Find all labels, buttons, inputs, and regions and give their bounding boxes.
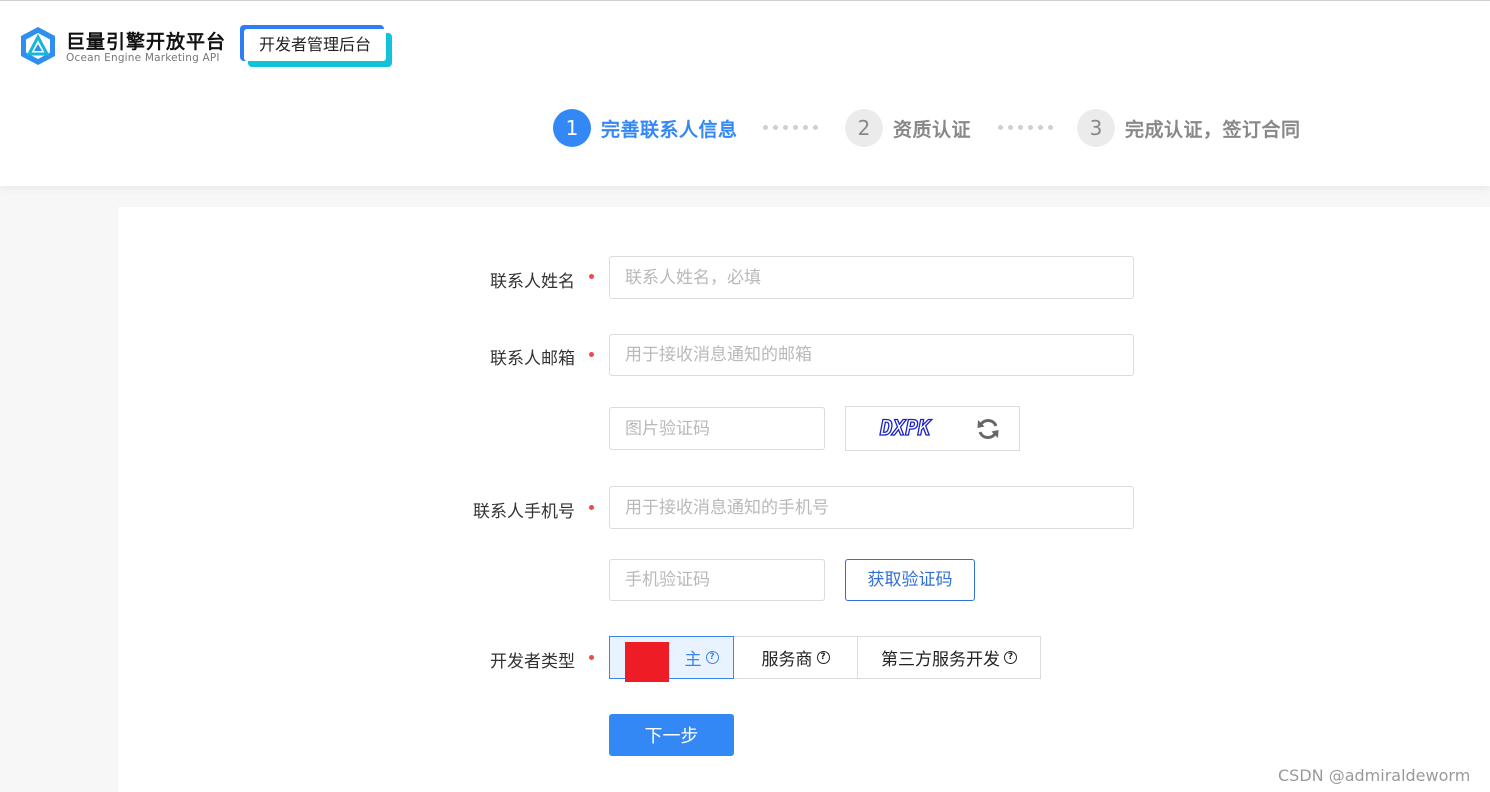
redaction-block bbox=[625, 642, 669, 682]
contact-name-label: 联系人姓名 bbox=[490, 272, 575, 292]
contact-email-label: 联系人邮箱 bbox=[490, 349, 575, 369]
step-3-label: 完成认证，签订合同 bbox=[1125, 118, 1301, 141]
step-3: 3 完成认证，签订合同 bbox=[1077, 108, 1301, 148]
ocean-engine-logo-icon bbox=[21, 27, 55, 65]
page-header: 巨量引擎开放平台 Ocean Engine Marketing API 开发者管… bbox=[0, 6, 1490, 186]
next-step-button[interactable]: 下一步 bbox=[609, 714, 734, 756]
step-3-number: 3 bbox=[1077, 109, 1115, 147]
captcha-image[interactable]: DXPK bbox=[845, 406, 1020, 451]
step-2: 2 资质认证 bbox=[845, 108, 971, 148]
required-marker bbox=[589, 505, 594, 510]
contact-phone-input[interactable] bbox=[609, 486, 1134, 529]
get-verification-code-button[interactable]: 获取验证码 bbox=[845, 559, 975, 601]
step-1: 1 完善联系人信息 bbox=[553, 108, 738, 148]
sms-code-input[interactable] bbox=[609, 559, 825, 601]
required-marker bbox=[589, 655, 594, 660]
step-separator-1 bbox=[763, 125, 818, 131]
developer-type-option-label: 服务商 bbox=[761, 650, 813, 670]
refresh-icon[interactable] bbox=[976, 417, 1000, 441]
help-icon[interactable]: ? bbox=[705, 651, 719, 664]
developer-type-option-third-party[interactable]: 第三方服务开发 ? bbox=[857, 636, 1041, 679]
step-2-label: 资质认证 bbox=[893, 118, 972, 141]
step-1-label: 完善联系人信息 bbox=[601, 118, 738, 141]
platform-title: 巨量引擎开放平台 bbox=[66, 31, 227, 53]
step-separator-2 bbox=[998, 125, 1053, 131]
developer-type-option-label: 第三方服务开发 bbox=[881, 650, 1000, 670]
help-icon[interactable]: ? bbox=[816, 651, 830, 664]
developer-type-option-label: 主 bbox=[684, 650, 702, 670]
platform-subtitle: Ocean Engine Marketing API bbox=[66, 52, 220, 64]
watermark: CSDN @admiraldeworm bbox=[1278, 766, 1471, 785]
contact-phone-label: 联系人手机号 bbox=[473, 502, 575, 522]
image-captcha-input[interactable] bbox=[609, 407, 825, 450]
step-1-number: 1 bbox=[553, 109, 591, 147]
step-2-number: 2 bbox=[845, 109, 883, 147]
developer-console-badge: 开发者管理后台 bbox=[240, 25, 392, 67]
help-icon[interactable]: ? bbox=[1004, 651, 1017, 664]
captcha-text: DXPK bbox=[879, 415, 931, 440]
developer-type-option-service-provider[interactable]: 服务商 ? bbox=[733, 636, 858, 679]
contact-name-input[interactable] bbox=[609, 256, 1134, 299]
required-marker bbox=[589, 274, 594, 279]
developer-type-label: 开发者类型 bbox=[490, 652, 575, 672]
required-marker bbox=[589, 352, 594, 357]
developer-console-label: 开发者管理后台 bbox=[244, 29, 386, 61]
contact-email-input[interactable] bbox=[609, 334, 1134, 376]
